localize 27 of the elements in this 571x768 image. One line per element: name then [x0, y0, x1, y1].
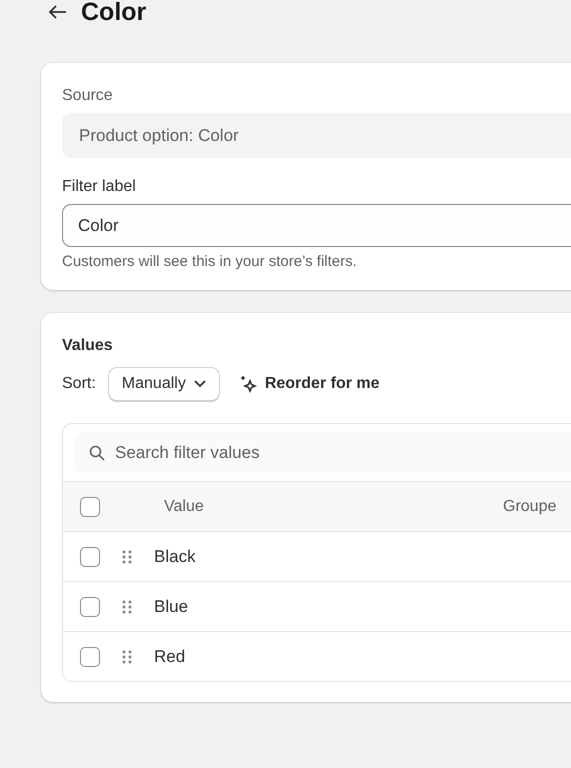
section-title: Values [62, 337, 114, 355]
sort-dropdown[interactable]: Manually [108, 367, 220, 401]
field-label: Filter label [62, 178, 137, 196]
drag-handle-icon[interactable] [122, 650, 132, 664]
table-cell: Red [154, 646, 186, 666]
column-header: Value [164, 498, 205, 516]
drag-handle-icon[interactable] [122, 550, 132, 564]
reorder-button[interactable]: Reorder for me [240, 375, 380, 393]
search-field[interactable]: Search filter values [74, 432, 571, 473]
sparkle-icon [240, 375, 258, 393]
table-cell: Black [154, 546, 196, 566]
chevron-down-icon [194, 380, 206, 388]
checkbox[interactable] [80, 646, 100, 666]
table-cell: Blue [154, 596, 188, 616]
checkbox[interactable] [80, 496, 100, 516]
sort-label: Sort: [62, 375, 96, 393]
column-header: Groupe [503, 498, 556, 516]
back-arrow-icon[interactable] [49, 5, 67, 19]
drag-handle-icon[interactable] [122, 600, 132, 614]
source-field: Product option: Color [62, 113, 571, 158]
checkbox[interactable] [80, 546, 100, 566]
filter-label-field[interactable]: Color [62, 204, 571, 247]
checkbox[interactable] [80, 596, 100, 616]
field-label: Source [62, 87, 114, 105]
page-title: Color [81, 0, 146, 26]
help-text: Customers will see this in your store’s filters. [62, 253, 358, 270]
search-icon [89, 444, 105, 460]
